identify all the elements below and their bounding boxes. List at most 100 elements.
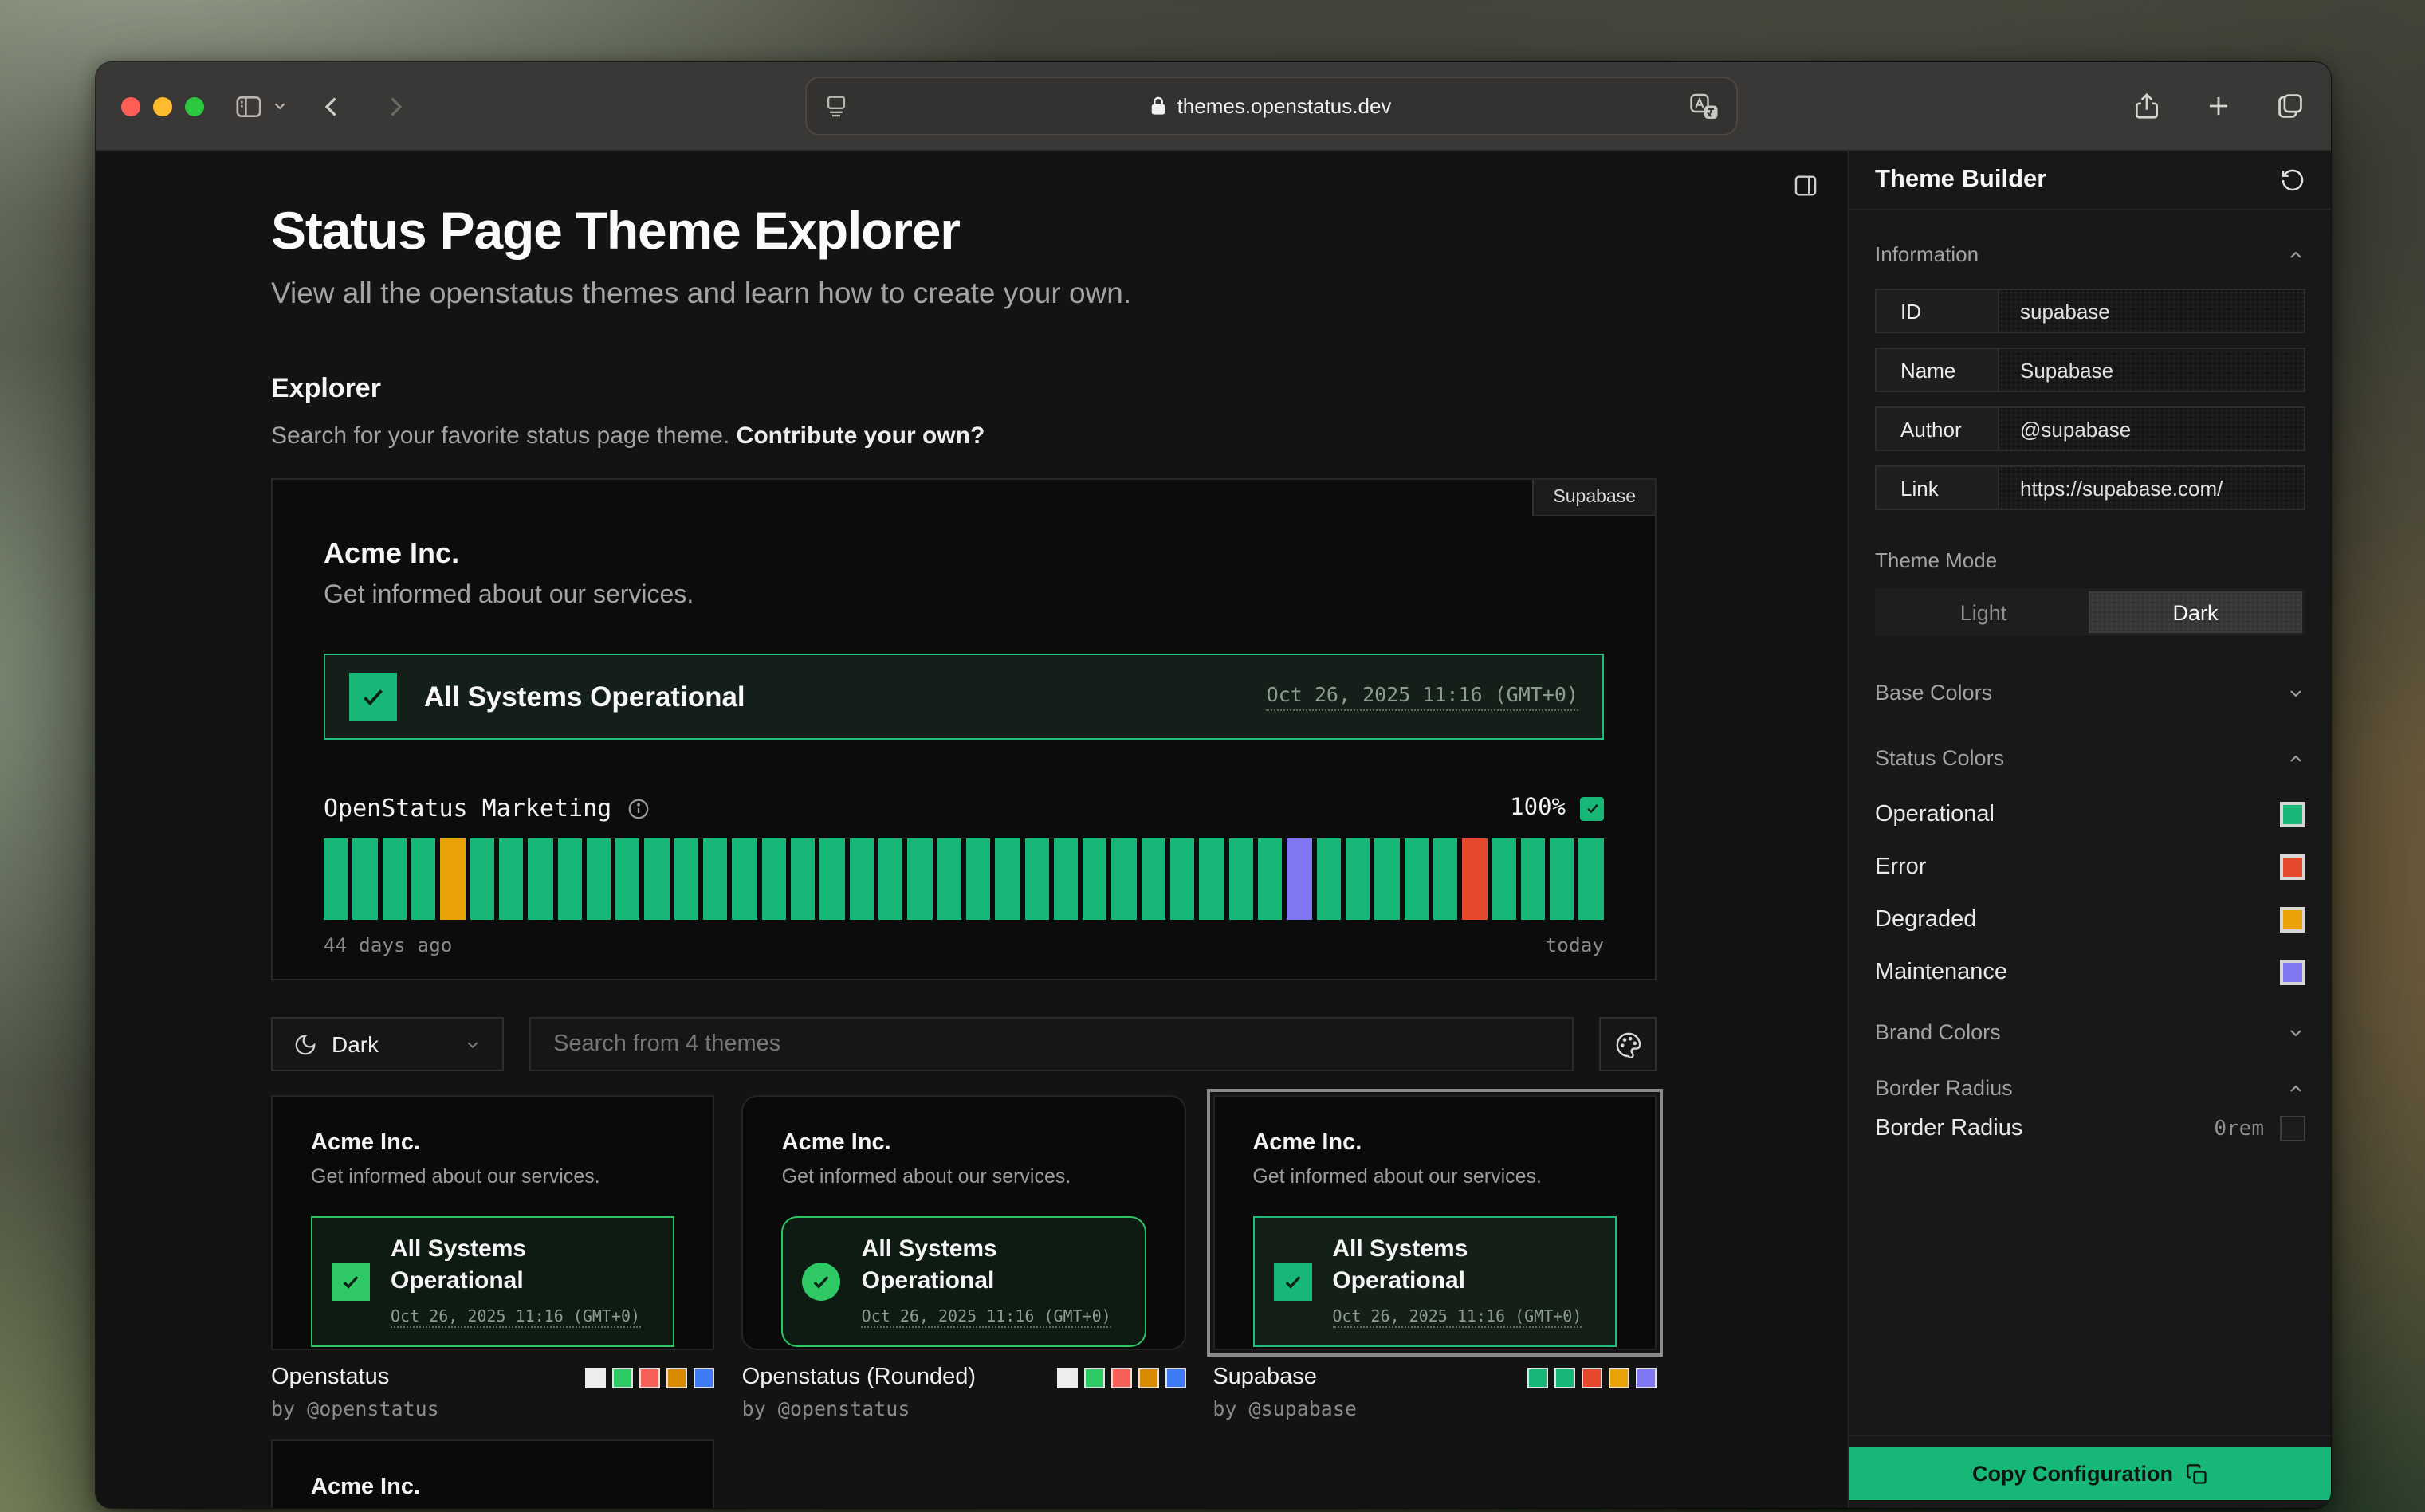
section-border-radius[interactable]: Border Radius (1875, 1076, 2305, 1100)
info-icon[interactable] (626, 796, 650, 820)
uptime-bar-operational[interactable] (1228, 838, 1253, 920)
section-brand-colors[interactable]: Brand Colors (1875, 1020, 2305, 1044)
section-information[interactable]: Information (1875, 242, 2305, 266)
uptime-bar-operational[interactable] (382, 838, 407, 920)
page-title: Status Page Theme Explorer (271, 151, 1657, 261)
forward-button[interactable] (381, 92, 410, 120)
uptime-bar-operational[interactable] (1112, 838, 1137, 920)
theme-card-openstatus-rounded[interactable]: Acme Inc. Get informed about our service… (742, 1095, 1186, 1420)
back-button[interactable] (317, 92, 346, 120)
error-color-swatch[interactable] (2280, 854, 2305, 880)
uptime-bar-operational[interactable] (674, 838, 699, 920)
sidebar-toggle-button[interactable] (233, 90, 265, 122)
section-base-colors[interactable]: Base Colors (1875, 681, 2305, 705)
uptime-bar-operational[interactable] (878, 838, 903, 920)
mini-status-banner: All Systems Operational Oct 26, 2025 11:… (1252, 1216, 1617, 1346)
uptime-bar-operational[interactable] (324, 838, 348, 920)
uptime-bar-operational[interactable] (1492, 838, 1516, 920)
uptime-bar-operational[interactable] (703, 838, 728, 920)
uptime-bar-operational[interactable] (1521, 838, 1546, 920)
color-swatch (1083, 1367, 1104, 1388)
uptime-bar-operational[interactable] (1375, 838, 1400, 920)
chevron-left-icon (317, 92, 346, 120)
uptime-bar-operational[interactable] (1346, 838, 1370, 920)
address-bar[interactable]: themes.openstatus.dev (804, 77, 1737, 135)
uptime-bar-operational[interactable] (411, 838, 436, 920)
degraded-color-swatch[interactable] (2280, 907, 2305, 933)
theme-card-preview: Acme Inc. Get informed about our service… (271, 1095, 715, 1350)
uptime-bar-operational[interactable] (615, 838, 640, 920)
operational-color-swatch[interactable] (2280, 802, 2305, 827)
uptime-check-icon (1580, 796, 1604, 820)
search-input[interactable] (531, 1031, 1572, 1057)
copy-configuration-button[interactable]: Copy Configuration (1849, 1447, 2331, 1500)
uptime-bar-operational[interactable] (353, 838, 378, 920)
share-button[interactable] (2132, 91, 2162, 121)
uptime-bar-operational[interactable] (1258, 838, 1283, 920)
uptime-bar-operational[interactable] (908, 838, 933, 920)
uptime-bar-operational[interactable] (761, 838, 786, 920)
palette-button[interactable] (1599, 1017, 1657, 1071)
uptime-bar-operational[interactable] (995, 838, 1020, 920)
uptime-bar-operational[interactable] (1200, 838, 1224, 920)
sidebar-menu-chevron[interactable] (271, 97, 289, 115)
status-banner-timestamp[interactable]: Oct 26, 2025 11:16 (GMT+0) (1267, 682, 1578, 711)
uptime-bar-maintenance[interactable] (1287, 838, 1312, 920)
field-value-input[interactable]: https://supabase.com/ (1998, 465, 2305, 510)
uptime-bar-operational[interactable] (557, 838, 582, 920)
theme-mode-segmented-control: Light Dark (1875, 588, 2305, 636)
uptime-bar-operational[interactable] (587, 838, 611, 920)
close-window-button[interactable] (121, 96, 140, 116)
field-value-input[interactable]: supabase (1998, 289, 2305, 333)
uptime-bar-error[interactable] (1462, 838, 1487, 920)
theme-card-partial[interactable]: Acme Inc. Get informed about our service… (271, 1439, 715, 1508)
uptime-bar-operational[interactable] (849, 838, 874, 920)
uptime-bar-operational[interactable] (820, 838, 845, 920)
theme-grid: Acme Inc. Get informed about our service… (271, 1095, 1657, 1508)
theme-card-openstatus[interactable]: Acme Inc. Get informed about our service… (271, 1095, 715, 1420)
theme-preview-card: Supabase Acme Inc. Get informed about ou… (271, 478, 1657, 980)
uptime-bar-operational[interactable] (1316, 838, 1341, 920)
mode-option-light[interactable]: Light (1878, 591, 2089, 633)
uptime-bar-operational[interactable] (1550, 838, 1574, 920)
uptime-bar-operational[interactable] (1404, 838, 1429, 920)
contribute-link[interactable]: Contribute your own? (737, 422, 985, 450)
uptime-bar-operational[interactable] (645, 838, 670, 920)
uptime-bar-operational[interactable] (1083, 838, 1107, 920)
uptime-bar-operational[interactable] (733, 838, 757, 920)
maintenance-color-swatch[interactable] (2280, 960, 2305, 985)
uptime-bar-operational[interactable] (1054, 838, 1079, 920)
uptime-bar-operational[interactable] (528, 838, 552, 920)
section-status-colors[interactable]: Status Colors (1875, 746, 2305, 770)
mode-option-dark[interactable]: Dark (2089, 591, 2302, 633)
uptime-bar-operational[interactable] (791, 838, 816, 920)
fullscreen-window-button[interactable] (185, 96, 204, 116)
field-value-input[interactable]: @supabase (1998, 406, 2305, 451)
theme-name: Openstatus (Rounded) (742, 1365, 976, 1390)
border-radius-input[interactable] (2280, 1116, 2305, 1141)
explorer-description: Search for your favorite status page the… (271, 422, 1657, 450)
uptime-bar-operational[interactable] (1024, 838, 1049, 920)
theme-swatches (586, 1367, 715, 1388)
new-tab-button[interactable] (2203, 91, 2234, 121)
uptime-bar-operational[interactable] (1579, 838, 1604, 920)
uptime-bar-degraded[interactable] (441, 838, 466, 920)
uptime-bar-operational[interactable] (470, 838, 494, 920)
panel-toggle-button[interactable] (1792, 172, 1819, 199)
tab-overview-button[interactable] (2275, 91, 2305, 121)
uptime-bar-operational[interactable] (1433, 838, 1458, 920)
minimize-window-button[interactable] (153, 96, 172, 116)
uptime-bar-operational[interactable] (966, 838, 991, 920)
uptime-bar-operational[interactable] (1170, 838, 1195, 920)
theme-card-supabase[interactable]: Acme Inc. Get informed about our service… (1212, 1095, 1657, 1420)
reset-button[interactable] (2280, 167, 2305, 193)
translate-icon[interactable] (1688, 92, 1720, 120)
field-value-input[interactable]: Supabase (1998, 348, 2305, 392)
mini-company-subtitle: Get informed about our services. (1252, 1165, 1617, 1188)
uptime-bar-operational[interactable] (499, 838, 524, 920)
uptime-bar-operational[interactable] (1142, 838, 1166, 920)
theme-mode-dropdown[interactable]: Dark (271, 1017, 504, 1071)
panel-right-icon (1792, 172, 1819, 199)
uptime-bar-operational[interactable] (937, 838, 961, 920)
color-swatch (1138, 1367, 1158, 1388)
